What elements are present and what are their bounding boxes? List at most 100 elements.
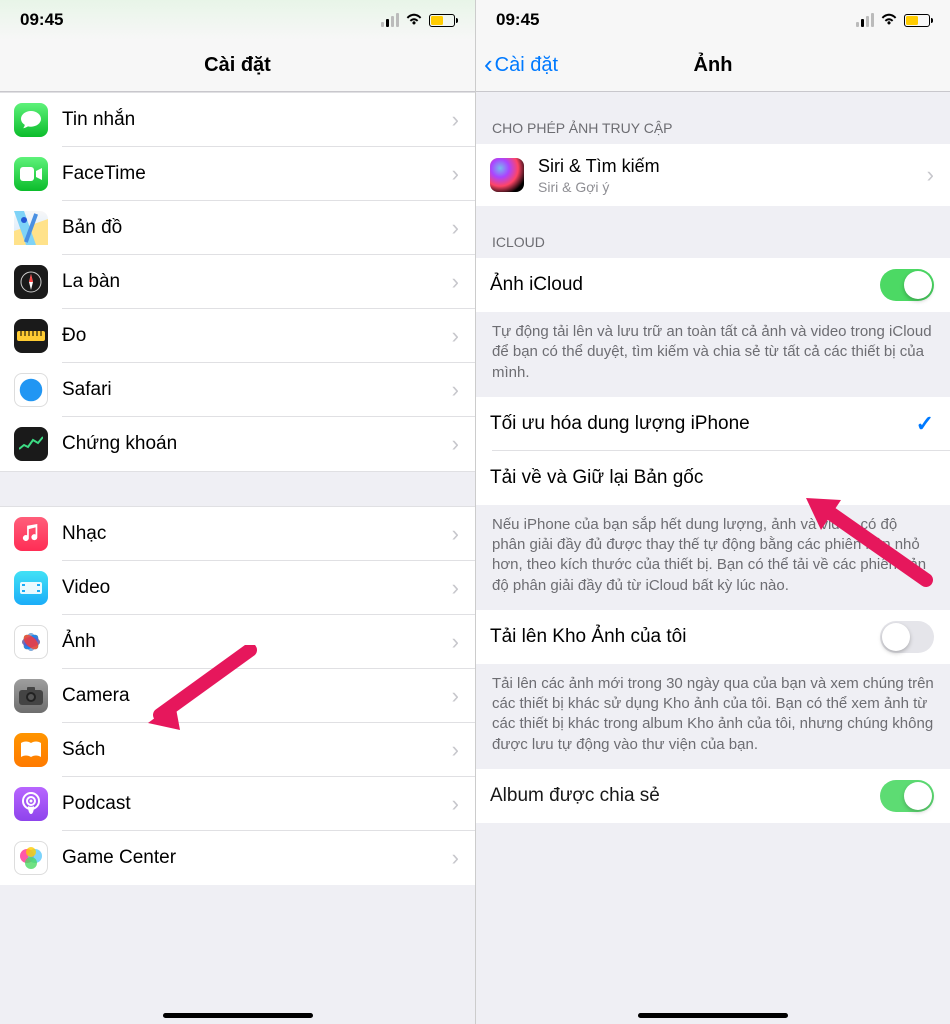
- podcast-icon: [14, 787, 48, 821]
- row-label: Podcast: [62, 793, 446, 815]
- photos-settings-screen: 09:45 ‹ Cài đặt Ảnh CHO PHÉP ẢNH TRUY CẬ…: [475, 0, 950, 1024]
- measure-icon: [14, 319, 48, 353]
- row-photos[interactable]: Ảnh ›: [0, 615, 475, 669]
- row-label: Ảnh: [62, 631, 446, 653]
- video-icon: [14, 571, 48, 605]
- facetime-icon: [14, 157, 48, 191]
- row-optimize-storage[interactable]: Tối ưu hóa dung lượng iPhone ✓: [476, 397, 950, 451]
- row-label: Camera: [62, 685, 446, 707]
- chevron-right-icon: ›: [452, 215, 459, 241]
- section-header-access: CHO PHÉP ẢNH TRUY CẬP: [476, 92, 950, 144]
- status-bar: 09:45: [0, 0, 475, 40]
- chevron-right-icon: ›: [452, 323, 459, 349]
- row-camera[interactable]: Camera ›: [0, 669, 475, 723]
- row-siri-search[interactable]: Siri & Tìm kiếm Siri & Gợi ý ›: [476, 144, 950, 206]
- nav-header: Cài đặt: [0, 40, 475, 92]
- wifi-icon: [880, 12, 898, 29]
- compass-icon: [14, 265, 48, 299]
- home-indicator[interactable]: [163, 1013, 313, 1018]
- row-safari[interactable]: Safari ›: [0, 363, 475, 417]
- row-label: FaceTime: [62, 163, 446, 185]
- chevron-right-icon: ›: [452, 683, 459, 709]
- row-label: Safari: [62, 379, 446, 401]
- books-icon: [14, 733, 48, 767]
- home-indicator[interactable]: [638, 1013, 788, 1018]
- chevron-right-icon: ›: [452, 845, 459, 871]
- chevron-right-icon: ›: [452, 377, 459, 403]
- music-icon: [14, 517, 48, 551]
- toggle-icloud-photos[interactable]: [880, 269, 934, 301]
- icloud-photos-description: Tự động tải lên và lưu trữ an toàn tất c…: [476, 312, 950, 397]
- row-label: Tin nhắn: [62, 109, 446, 131]
- row-game-center[interactable]: Game Center ›: [0, 831, 475, 885]
- row-measure[interactable]: Đo ›: [0, 309, 475, 363]
- row-upload-my-photo-stream: Tải lên Kho Ảnh của tôi: [476, 610, 950, 664]
- status-icons: [381, 12, 455, 29]
- row-label: Bản đồ: [62, 217, 446, 239]
- row-sublabel: Siri & Gợi ý: [538, 179, 921, 195]
- back-button[interactable]: ‹ Cài đặt: [484, 40, 558, 91]
- settings-list-group-2: Nhạc › Video ›: [0, 507, 475, 885]
- section-header-icloud: ICLOUD: [476, 206, 950, 258]
- chevron-right-icon: ›: [927, 162, 934, 188]
- chevron-right-icon: ›: [452, 521, 459, 547]
- row-label: Chứng khoán: [62, 433, 446, 455]
- upload-description: Tải lên các ảnh mới trong 30 ngày qua củ…: [476, 664, 950, 769]
- maps-icon: [14, 211, 48, 245]
- row-label: Ảnh iCloud: [490, 274, 880, 296]
- settings-list-group-1: Tin nhắn › FaceTime › Bản đồ › La bàn: [0, 93, 475, 471]
- chevron-right-icon: ›: [452, 575, 459, 601]
- optimize-description: Nếu iPhone của bạn sắp hết dung lượng, ả…: [476, 505, 950, 610]
- row-label: Album được chia sẻ: [490, 785, 880, 807]
- status-time: 09:45: [496, 10, 539, 30]
- settings-main-screen: 09:45 Cài đặt Tin nhắn › FaceTime ›: [0, 0, 475, 1024]
- safari-icon: [14, 373, 48, 407]
- messages-icon: [14, 103, 48, 137]
- row-maps[interactable]: Bản đồ ›: [0, 201, 475, 255]
- cellular-signal-icon: [381, 13, 399, 27]
- row-label: Tải về và Giữ lại Bản gốc: [490, 467, 934, 489]
- game-center-icon: [14, 841, 48, 875]
- row-stocks[interactable]: Chứng khoán ›: [0, 417, 475, 471]
- chevron-right-icon: ›: [452, 161, 459, 187]
- page-title: Cài đặt: [204, 54, 271, 77]
- row-label: Video: [62, 577, 446, 599]
- chevron-right-icon: ›: [452, 629, 459, 655]
- checkmark-icon: ✓: [916, 411, 934, 437]
- stocks-icon: [14, 427, 48, 461]
- group-separator: [0, 471, 475, 507]
- row-label: Game Center: [62, 847, 446, 869]
- row-label: Tối ưu hóa dung lượng iPhone: [490, 413, 916, 435]
- chevron-right-icon: ›: [452, 791, 459, 817]
- row-messages[interactable]: Tin nhắn ›: [0, 93, 475, 147]
- battery-icon: [904, 14, 930, 27]
- toggle-shared-albums[interactable]: [880, 780, 934, 812]
- toggle-my-photo-stream[interactable]: [880, 621, 934, 653]
- row-label: Siri & Tìm kiếm: [538, 156, 921, 177]
- photos-icon: [14, 625, 48, 659]
- row-compass[interactable]: La bàn ›: [0, 255, 475, 309]
- chevron-right-icon: ›: [452, 107, 459, 133]
- wifi-icon: [405, 12, 423, 29]
- row-video[interactable]: Video ›: [0, 561, 475, 615]
- row-label: Tải lên Kho Ảnh của tôi: [490, 626, 880, 648]
- row-facetime[interactable]: FaceTime ›: [0, 147, 475, 201]
- page-title: Ảnh: [694, 54, 733, 77]
- row-label: La bàn: [62, 271, 446, 293]
- row-books[interactable]: Sách ›: [0, 723, 475, 777]
- chevron-right-icon: ›: [452, 269, 459, 295]
- row-music[interactable]: Nhạc ›: [0, 507, 475, 561]
- row-podcast[interactable]: Podcast ›: [0, 777, 475, 831]
- row-label: Sách: [62, 739, 446, 761]
- cellular-signal-icon: [856, 13, 874, 27]
- row-label: Đo: [62, 325, 446, 347]
- status-bar: 09:45: [476, 0, 950, 40]
- back-label: Cài đặt: [495, 54, 558, 77]
- nav-header: ‹ Cài đặt Ảnh: [476, 40, 950, 92]
- status-time: 09:45: [20, 10, 63, 30]
- chevron-left-icon: ‹: [484, 49, 493, 80]
- camera-icon: [14, 679, 48, 713]
- row-label: Nhạc: [62, 523, 446, 545]
- row-download-originals[interactable]: Tải về và Giữ lại Bản gốc: [476, 451, 950, 505]
- status-icons: [856, 12, 930, 29]
